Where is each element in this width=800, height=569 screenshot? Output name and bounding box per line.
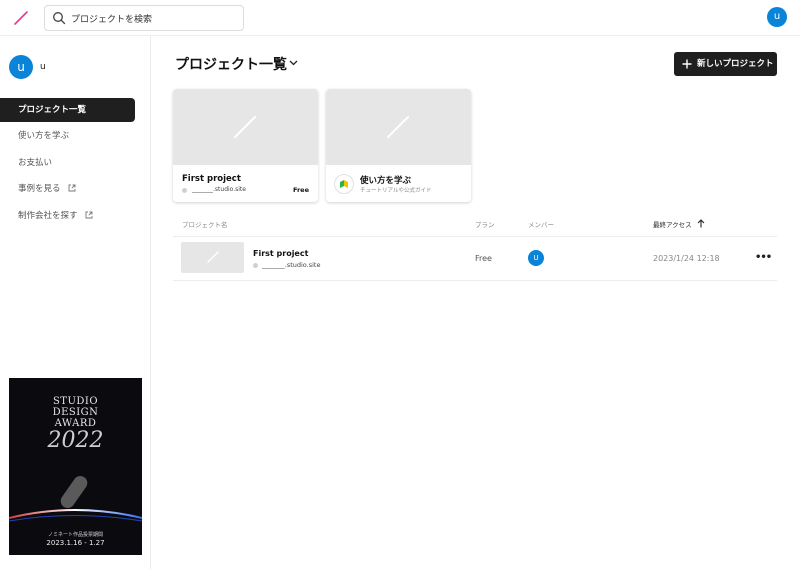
sidebar-item-showcase[interactable]: 事例を見る bbox=[0, 177, 135, 201]
new-project-button[interactable]: 新しいプロジェクト bbox=[674, 52, 777, 76]
banner-line-1: STUDIO bbox=[52, 396, 99, 407]
column-header-last-access[interactable]: 最終アクセス bbox=[653, 219, 692, 229]
search-input[interactable]: プロジェクトを検索 bbox=[44, 5, 244, 31]
chevron-down-icon[interactable] bbox=[289, 60, 298, 66]
sort-arrow-up-icon[interactable] bbox=[697, 219, 705, 228]
sidebar-item-find-agency[interactable]: 制作会社を探す bbox=[0, 204, 135, 228]
row-domain: _______.studio.site bbox=[262, 261, 321, 269]
banner-year: 2022 bbox=[47, 428, 104, 453]
row-last-access: 2023/1/24 12:18 bbox=[653, 254, 720, 263]
row-project-name: First project bbox=[253, 249, 309, 258]
learn-card[interactable]: 使い方を学ぶ チュートリアルや公式ガイド bbox=[326, 89, 471, 202]
sidebar-item-billing[interactable]: お支払い bbox=[0, 151, 135, 175]
user-avatar[interactable]: u bbox=[9, 55, 33, 79]
beginner-mark-icon bbox=[334, 174, 354, 194]
row-plan: Free bbox=[475, 254, 492, 263]
account-avatar[interactable]: u bbox=[767, 7, 787, 27]
learn-subtitle: チュートリアルや公式ガイド bbox=[360, 188, 432, 194]
banner-bottom-line-2: 2023.1.16 - 1.27 bbox=[46, 539, 105, 547]
column-header-name[interactable]: プロジェクト名 bbox=[182, 219, 228, 229]
status-dot bbox=[182, 188, 187, 193]
studio-logo-icon bbox=[387, 116, 409, 138]
learn-title: 使い方を学ぶ bbox=[360, 176, 412, 186]
row-thumbnail bbox=[181, 242, 244, 273]
banner-bottom-line-1: ノミネート作品投票期間 bbox=[47, 532, 103, 538]
more-options-icon[interactable]: ••• bbox=[755, 252, 772, 263]
banner-graphic bbox=[9, 475, 142, 522]
studio-logo-icon[interactable] bbox=[12, 9, 30, 27]
page-title: プロジェクト一覧 bbox=[175, 57, 287, 73]
project-thumbnail bbox=[173, 89, 318, 165]
top-bar: プロジェクトを検索 u bbox=[0, 0, 800, 36]
column-header-plan[interactable]: プラン bbox=[475, 219, 495, 229]
project-domain: _______.studio.site bbox=[192, 186, 246, 193]
banner-line-2: DESIGN bbox=[52, 407, 99, 418]
external-link-icon bbox=[85, 211, 93, 219]
sidebar-item-label: プロジェクト一覧 bbox=[18, 105, 87, 115]
sidebar-item-projects[interactable]: プロジェクト一覧 bbox=[0, 98, 135, 122]
status-dot bbox=[253, 263, 258, 268]
design-award-banner[interactable]: STUDIO DESIGN AWARD 2022 ノミネート作品投票期間 202… bbox=[9, 378, 142, 555]
divider bbox=[173, 236, 777, 237]
studio-logo-icon bbox=[234, 116, 256, 138]
search-icon bbox=[53, 12, 66, 25]
user-name[interactable]: u bbox=[40, 62, 46, 72]
sidebar-item-label: 使い方を学ぶ bbox=[18, 131, 70, 141]
external-link-icon bbox=[68, 184, 76, 192]
divider bbox=[173, 280, 777, 281]
sidebar-item-learn[interactable]: 使い方を学ぶ bbox=[0, 124, 135, 148]
learn-thumbnail bbox=[326, 89, 471, 165]
search-placeholder: プロジェクトを検索 bbox=[71, 15, 153, 25]
project-name: First project bbox=[182, 174, 241, 184]
new-project-label: 新しいプロジェクト bbox=[697, 59, 774, 69]
studio-logo-icon bbox=[207, 251, 219, 263]
column-header-members[interactable]: メンバー bbox=[528, 219, 554, 229]
sidebar: u u プロジェクト一覧 使い方を学ぶ お支払い 事例を見る 制作会社を探す S… bbox=[0, 36, 151, 569]
member-avatar[interactable]: U bbox=[528, 250, 544, 266]
sidebar-item-label: 制作会社を探す bbox=[18, 211, 78, 221]
plus-icon bbox=[682, 59, 692, 69]
plan-badge: Free bbox=[292, 186, 309, 194]
sidebar-item-label: お支払い bbox=[18, 158, 53, 168]
project-card[interactable]: First project _______.studio.site Free bbox=[173, 89, 318, 202]
sidebar-item-label: 事例を見る bbox=[18, 184, 61, 194]
